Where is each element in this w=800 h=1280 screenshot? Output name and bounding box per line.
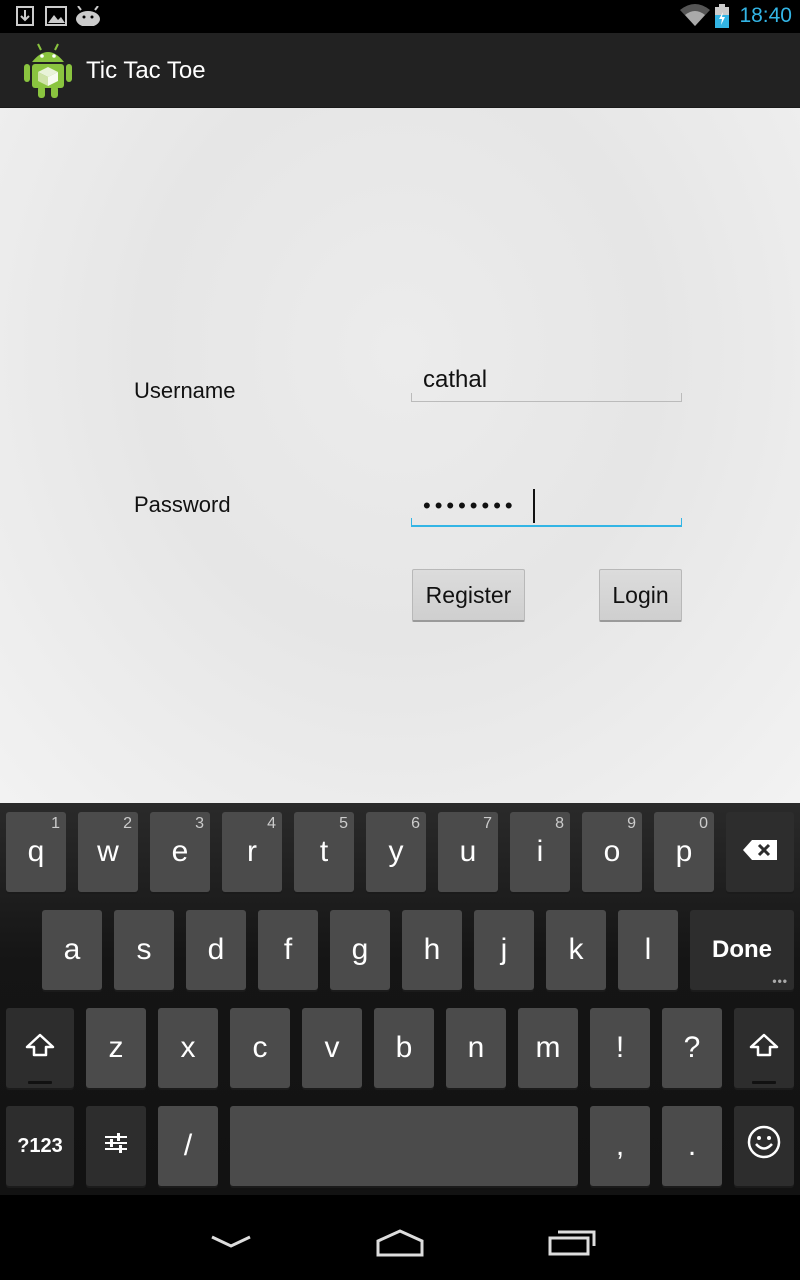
key-hint: 8 bbox=[555, 815, 564, 832]
key-slash[interactable]: / bbox=[158, 1106, 218, 1186]
key-label: w bbox=[97, 835, 119, 868]
password-underline bbox=[411, 518, 682, 527]
key-hint: 2 bbox=[123, 815, 132, 832]
more-dots-icon: ••• bbox=[772, 974, 788, 988]
key-hint: 5 bbox=[339, 815, 348, 832]
key-hint: 4 bbox=[267, 815, 276, 832]
done-key[interactable]: Done ••• bbox=[690, 910, 794, 990]
android-app-icon[interactable] bbox=[22, 40, 74, 100]
key-e[interactable]: 3e bbox=[150, 812, 210, 892]
key-exclamation[interactable]: ! bbox=[590, 1008, 650, 1088]
key-h[interactable]: h bbox=[402, 910, 462, 990]
home-icon[interactable] bbox=[375, 1229, 425, 1262]
key-hint: 7 bbox=[483, 815, 492, 832]
backspace-icon bbox=[742, 835, 778, 869]
key-w[interactable]: 2w bbox=[78, 812, 138, 892]
back-icon[interactable] bbox=[210, 1235, 252, 1254]
key-label: i bbox=[536, 835, 544, 868]
shift-key-right[interactable] bbox=[734, 1008, 794, 1088]
username-value: cathal bbox=[423, 366, 488, 393]
register-button[interactable]: Register bbox=[412, 569, 525, 622]
key-label: o bbox=[603, 835, 621, 868]
key-n[interactable]: n bbox=[446, 1008, 506, 1088]
password-label: Password bbox=[134, 492, 231, 517]
key-d[interactable]: d bbox=[186, 910, 246, 990]
key-b[interactable]: b bbox=[374, 1008, 434, 1088]
key-hint: 0 bbox=[699, 815, 708, 832]
key-q[interactable]: 1q bbox=[6, 812, 66, 892]
space-key[interactable] bbox=[230, 1106, 578, 1186]
shift-icon bbox=[25, 1031, 55, 1065]
key-m[interactable]: m bbox=[518, 1008, 578, 1088]
picture-icon bbox=[45, 6, 67, 31]
key-r[interactable]: 4r bbox=[222, 812, 282, 892]
settings-key[interactable] bbox=[86, 1106, 146, 1186]
username-underline bbox=[411, 393, 682, 402]
key-hint: 1 bbox=[51, 815, 60, 832]
password-field[interactable]: •••••••• bbox=[411, 487, 682, 527]
key-f[interactable]: f bbox=[258, 910, 318, 990]
soft-keyboard: 1q 2w 3e 4r 5t 6y 7u 8i 9o 0p a s d f g … bbox=[0, 803, 800, 1195]
key-t[interactable]: 5t bbox=[294, 812, 354, 892]
login-button[interactable]: Login bbox=[599, 569, 682, 622]
download-icon bbox=[16, 6, 34, 31]
username-label: Username bbox=[134, 378, 236, 403]
key-k[interactable]: k bbox=[546, 910, 606, 990]
key-u[interactable]: 7u bbox=[438, 812, 498, 892]
key-g[interactable]: g bbox=[330, 910, 390, 990]
navigation-bar bbox=[0, 1195, 800, 1280]
recent-apps-icon[interactable] bbox=[548, 1228, 596, 1261]
key-hint: 9 bbox=[627, 815, 636, 832]
done-key-label: Done bbox=[712, 936, 772, 963]
key-x[interactable]: x bbox=[158, 1008, 218, 1088]
shift-icon bbox=[749, 1031, 779, 1065]
key-hint: 3 bbox=[195, 815, 204, 832]
key-question[interactable]: ? bbox=[662, 1008, 722, 1088]
symbols-key[interactable]: ?123 bbox=[6, 1106, 74, 1186]
key-y[interactable]: 6y bbox=[366, 812, 426, 892]
key-label: u bbox=[459, 835, 477, 868]
emoji-key[interactable] bbox=[734, 1106, 794, 1186]
key-i[interactable]: 8i bbox=[510, 812, 570, 892]
status-bar: 18:40 bbox=[0, 0, 800, 33]
key-v[interactable]: v bbox=[302, 1008, 362, 1088]
settings-sliders-icon bbox=[103, 1129, 129, 1163]
key-j[interactable]: j bbox=[474, 910, 534, 990]
key-period[interactable]: . bbox=[662, 1106, 722, 1186]
battery-icon bbox=[714, 4, 730, 33]
android-debug-icon bbox=[75, 5, 101, 31]
key-label: q bbox=[27, 835, 45, 868]
username-field[interactable]: cathal bbox=[411, 362, 682, 402]
shift-indicator bbox=[752, 1081, 776, 1084]
key-label: y bbox=[388, 835, 404, 868]
key-s[interactable]: s bbox=[114, 910, 174, 990]
backspace-key[interactable] bbox=[726, 812, 794, 892]
app-title: Tic Tac Toe bbox=[86, 57, 206, 84]
key-label: t bbox=[319, 835, 329, 868]
login-form: Username cathal Password •••••••• Regist… bbox=[0, 108, 800, 803]
wifi-icon bbox=[680, 4, 710, 31]
shift-key-left[interactable] bbox=[6, 1008, 74, 1088]
key-comma[interactable]: , bbox=[590, 1106, 650, 1186]
key-l[interactable]: l bbox=[618, 910, 678, 990]
shift-indicator bbox=[28, 1081, 52, 1084]
key-label: e bbox=[171, 835, 189, 868]
key-label: p bbox=[675, 835, 693, 868]
password-value: •••••••• bbox=[423, 493, 517, 518]
clock: 18:40 bbox=[739, 4, 792, 27]
key-p[interactable]: 0p bbox=[654, 812, 714, 892]
key-c[interactable]: c bbox=[230, 1008, 290, 1088]
key-label: r bbox=[247, 835, 257, 868]
key-o[interactable]: 9o bbox=[582, 812, 642, 892]
action-bar: Tic Tac Toe bbox=[0, 33, 800, 108]
key-z[interactable]: z bbox=[86, 1008, 146, 1088]
key-hint: 6 bbox=[411, 815, 420, 832]
emoji-icon bbox=[747, 1125, 781, 1167]
key-a[interactable]: a bbox=[42, 910, 102, 990]
